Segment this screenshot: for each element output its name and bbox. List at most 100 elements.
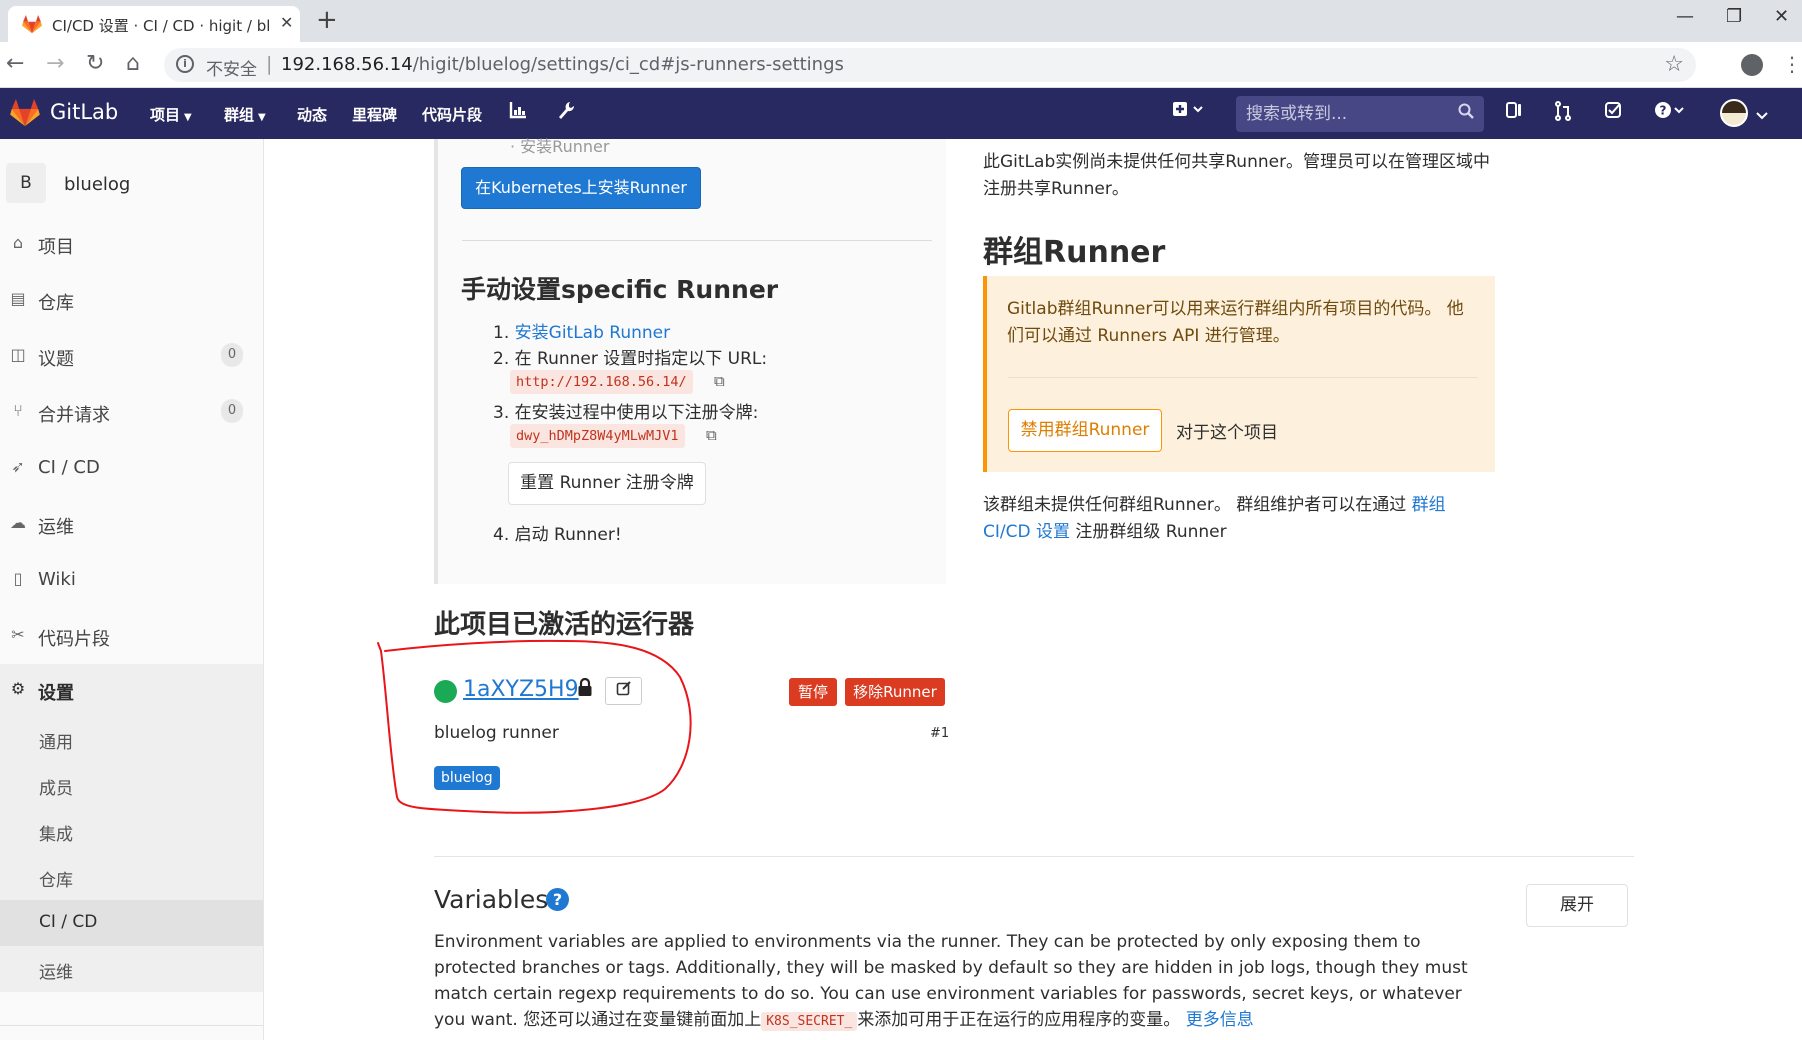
help-question-icon[interactable]: ? [546,888,569,911]
sidebar-subitem-general[interactable]: 通用 [0,716,263,762]
chevron-down-icon[interactable] [1756,105,1768,126]
sidebar-subitem-operations[interactable]: 运维 [0,946,263,992]
sidebar-item-ci-cd[interactable]: ➶ CI / CD [0,444,263,490]
sidebar-divider [0,1025,263,1026]
nav-groups[interactable]: 群组 ▼ [224,104,266,125]
step-number: 1. [493,323,510,343]
browser-tab[interactable]: CI/CD 设置 · CI / CD · higit / bl ✕ [8,6,300,42]
sidebar-item-issues[interactable]: ◫ 议题 0 [0,332,263,378]
url-text[interactable]: 192.168.56.14/higit/bluelog/settings/ci_… [281,54,844,75]
sidebar-item-label: 合并请求 [38,405,110,426]
sidebar-subitem-label: 集成 [39,825,73,845]
bookmark-star-icon[interactable]: ☆ [1664,52,1684,77]
disable-group-runners-button[interactable]: 禁用群组Runner [1008,409,1162,452]
site-info-icon[interactable]: i [176,55,194,73]
sidebar-item-repository[interactable]: ▤ 仓库 [0,276,263,322]
nav-projects[interactable]: 项目 ▼ [150,104,192,125]
restore-window-icon[interactable]: ❐ [1726,6,1742,27]
sidebar-item-project[interactable]: ⌂ 项目 [0,220,263,266]
install-kubernetes-runner-button[interactable]: 在Kubernetes上安装Runner [461,167,701,209]
sidebar-item-snippets[interactable]: ✂ 代码片段 [0,612,263,658]
cloud-gear-icon: ☁ [10,513,26,532]
sidebar-item-wiki[interactable]: ▯ Wiki [0,556,263,602]
todo-check-icon[interactable] [1604,101,1622,124]
reload-icon[interactable]: ↻ [86,51,104,76]
sidebar-item-operations[interactable]: ☁ 运维 [0,500,263,546]
copy-icon[interactable]: ⧉ [714,372,725,390]
nav-snippets[interactable]: 代码片段 [422,104,482,125]
runner-number: #1 [930,726,950,741]
home-icon: ⌂ [12,233,24,252]
gitlab-favicon-icon [22,15,42,38]
group-runners-alert: Gitlab群组Runner可以用来运行群组内所有项目的代码。 他们可以通过 R… [983,276,1495,472]
omnibox-separator: | [266,53,273,75]
step-token: 3. 在安装过程中使用以下注册令牌: [493,403,759,423]
sidebar-item-label: 项目 [38,237,74,258]
plus-square-icon[interactable] [1172,101,1204,122]
nav-activity[interactable]: 动态 [297,104,327,125]
remove-runner-button[interactable]: 移除Runner [845,678,945,706]
sidebar-item-merge-requests[interactable]: ⑂ 合并请求 0 [0,388,263,434]
merge-request-icon[interactable] [1554,101,1572,126]
forward-icon[interactable]: → [46,51,64,76]
project-name: bluelog [64,174,131,195]
sidebar-item-label: 议题 [38,349,74,370]
nav-milestones[interactable]: 里程碑 [352,104,397,125]
page-scrollbar[interactable] [1791,139,1802,1040]
sidebar-subitem-members[interactable]: 成员 [0,762,263,808]
address-bar[interactable]: i 不安全 | 192.168.56.14/higit/bluelog/sett… [164,48,1696,82]
browser-menu-icon[interactable]: ⋮ [1782,52,1802,76]
merge-requests-count-badge: 0 [221,399,243,423]
alert-divider [1008,377,1478,378]
active-runners-title: 此项目已激活的运行器 [434,610,695,640]
issues-icon[interactable] [1505,101,1523,124]
install-gitlab-runner-link[interactable]: 安装GitLab Runner [515,323,670,343]
gear-icon: ⚙ [10,679,26,698]
close-window-icon[interactable]: ✕ [1774,6,1789,27]
browser-profile-icon[interactable] [1741,54,1763,76]
help-icon[interactable]: ? [1654,101,1686,124]
back-icon[interactable]: ← [6,51,24,76]
home-icon[interactable]: ⌂ [126,51,140,76]
sidebar-subitem-label: 仓库 [39,871,73,891]
step-install-runner: 1. 安装GitLab Runner [493,318,670,343]
red-highlight-annotation [377,639,692,814]
issues-count-badge: 0 [221,343,243,367]
doc-icon: ▤ [10,289,26,308]
registration-token-code: dwy_hDMpZ8W4yMLwMJV1 [510,424,685,448]
k8s-secret-code: K8S_SECRET_ [761,1012,858,1031]
sidebar-item-label: CI / CD [38,457,100,478]
sidebar-subitem-label: 运维 [39,963,73,983]
sidebar-subitem-integrations[interactable]: 集成 [0,808,263,854]
chevron-down-icon: ▼ [258,112,266,123]
reset-token-button[interactable]: 重置 Runner 注册令牌 [508,462,706,505]
sidebar-item-label: 运维 [38,517,74,538]
new-tab-button[interactable]: + [316,6,338,34]
sidebar-item-label: 仓库 [38,293,74,314]
sidebar-item-label: Wiki [38,569,76,590]
user-avatar[interactable] [1720,99,1748,127]
sidebar-item-settings[interactable]: ⚙ 设置 [0,664,263,716]
search-input[interactable] [1246,102,1446,126]
sidebar-project-header[interactable]: B bluelog [0,149,263,207]
more-info-link[interactable]: 更多信息 [1186,1010,1254,1030]
search-icon[interactable] [1458,103,1474,123]
search-box[interactable] [1236,96,1484,132]
no-group-runners-prefix: 该群组未提供任何群组Runner。 群组维护者可以在通过 [983,495,1412,515]
close-tab-icon[interactable]: ✕ [280,13,293,32]
sidebar-subitem-repository[interactable]: 仓库 [0,854,263,900]
minimize-window-icon[interactable]: — [1676,6,1694,27]
nav-groups-label: 群组 [224,106,255,124]
chart-icon[interactable] [509,101,527,124]
copy-icon[interactable]: ⧉ [706,426,717,444]
wrench-icon[interactable] [557,101,575,126]
rocket-icon: ➶ [11,457,25,476]
avatar-hair [1722,101,1746,113]
sidebar-item-label: 设置 [38,683,74,704]
gitlab-brand[interactable]: GitLab [50,100,118,124]
sidebar-subitem-ci-cd[interactable]: CI / CD [0,900,263,946]
pause-runner-button[interactable]: 暂停 [789,678,837,706]
shared-runners-text: 此GitLab实例尚未提供任何共享Runner。管理员可以在管理区域中注册共享R… [983,152,1491,199]
gitlab-logo-icon[interactable] [10,99,40,131]
expand-variables-button[interactable]: 展开 [1526,884,1628,927]
